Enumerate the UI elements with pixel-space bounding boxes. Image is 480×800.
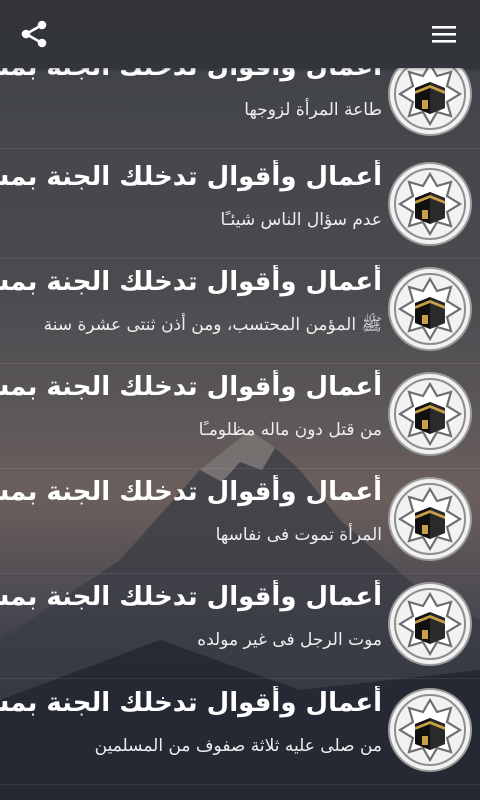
item-title: أعمال وأقوال تدخلك الجنة بمشيئة <box>0 162 382 192</box>
item-subtitle: موت الرجل فى غير مولده <box>197 630 382 650</box>
list-item[interactable]: أعمال وأقوال تدخلك الجنة بمشيئة عدم سؤال… <box>0 154 480 259</box>
item-subtitle: ﷺ المؤمن المحتسب، ومن أذن ثنتى عشرة سنة <box>43 315 382 335</box>
list-item[interactable]: أعمال وأقوال تدخلك الجنة بمشيئة موت الرج… <box>0 574 480 679</box>
kaaba-icon <box>388 267 472 351</box>
item-subtitle: المرأة تموت فى نفاسها <box>215 525 382 545</box>
list-item[interactable]: أعمال وأقوال تدخلك الجنة بمشيئة ﷺ المؤمن… <box>0 259 480 364</box>
app-bar <box>0 0 480 68</box>
item-title: أعمال وأقوال تدخلك الجنة بمشيئة <box>0 68 382 84</box>
hamburger-menu-icon <box>432 26 456 43</box>
item-title: أعمال وأقوال تدخلك الجنة بمشيئة <box>0 477 382 507</box>
list-item[interactable]: أعمال وأقوال تدخلك الجنة بمشيئة طاعة الم… <box>0 68 480 149</box>
share-button[interactable] <box>10 10 58 58</box>
item-subtitle: من صلى عليه ثلاثة صفوف من المسلمين <box>94 736 382 756</box>
topic-list: أعمال وأقوال تدخلك الجنة بمشيئة طاعة الم… <box>0 68 480 800</box>
kaaba-icon <box>388 68 472 136</box>
kaaba-icon <box>388 372 472 456</box>
menu-button[interactable] <box>420 10 468 58</box>
item-subtitle: عدم سؤال الناس شيئـًا <box>220 210 382 230</box>
list-item[interactable]: أعمال وأقوال تدخلك الجنة بمشيئة المرأة ت… <box>0 469 480 574</box>
item-title: أعمال وأقوال تدخلك الجنة بمشيئة <box>0 267 382 297</box>
list-item[interactable]: أعمال وأقوال تدخلك الجنة بمشيئة من قتل د… <box>0 364 480 469</box>
item-title: أعمال وأقوال تدخلك الجنة بمشيئة <box>0 582 382 612</box>
item-subtitle: من قتل دون ماله مظلومـًا <box>198 420 382 440</box>
kaaba-icon <box>388 162 472 246</box>
item-title: أعمال وأقوال تدخلك الجنة بمشيئة <box>0 372 382 402</box>
kaaba-icon <box>388 477 472 561</box>
item-title: أعمال وأقوال تدخلك الجنة بمشيئة <box>0 688 382 718</box>
list-item[interactable]: أعمال وأقوال تدخلك الجنة بمشيئة من صلى ع… <box>0 680 480 785</box>
kaaba-icon <box>388 688 472 772</box>
share-icon <box>21 20 47 48</box>
item-subtitle: طاعة المرأة لزوجها <box>244 100 382 120</box>
kaaba-icon <box>388 582 472 666</box>
